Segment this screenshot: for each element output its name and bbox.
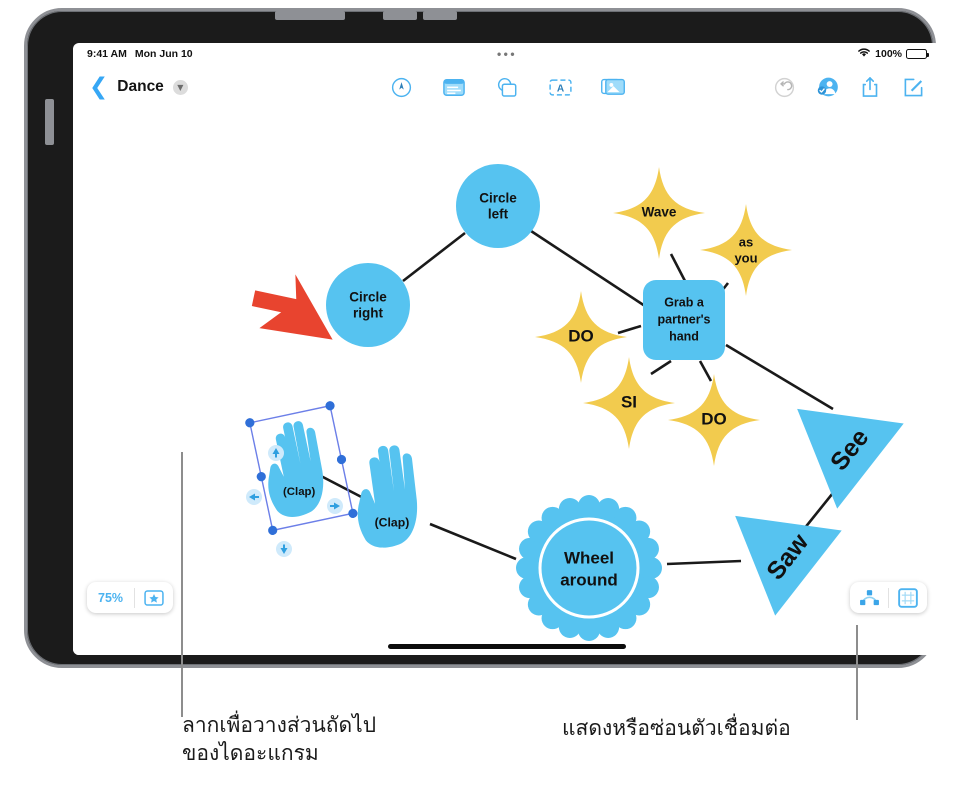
connector-line: [617, 324, 642, 335]
volume-down-button[interactable]: [423, 11, 457, 20]
device-screen: 9:41 AM Mon Jun 10 ••• 100% ❮ Dance ▼ A …: [73, 43, 941, 655]
svg-text:A: A: [556, 83, 564, 94]
photo-stack-icon[interactable]: [601, 75, 625, 99]
selection-handle: [256, 471, 266, 482]
add-shape-handle-up: [268, 445, 284, 461]
person-add-icon[interactable]: [815, 75, 839, 99]
back-chevron-icon[interactable]: ❮: [89, 75, 108, 99]
grid-frame-icon[interactable]: [889, 582, 927, 613]
add-shape-handle-right: [327, 498, 343, 514]
side-button[interactable]: [45, 99, 54, 145]
selection-handle: [245, 418, 255, 428]
document-title-group: ❮ Dance ▼: [89, 75, 188, 99]
callout-leader-line-left: [181, 452, 183, 717]
app-toolbar: ❮ Dance ▼ A: [73, 65, 941, 109]
battery-full-icon: [906, 49, 930, 59]
power-button[interactable]: [275, 11, 345, 20]
selection-handle: [348, 508, 358, 518]
diagram-node-triangle-see[interactable]: See: [764, 366, 904, 509]
diagram-node-star-do-1[interactable]: DO: [535, 291, 627, 383]
ipad-device-frame: 9:41 AM Mon Jun 10 ••• 100% ❮ Dance ▼ A …: [24, 8, 941, 668]
status-ellipsis: •••: [496, 47, 518, 61]
callout-leader-line-right: [856, 625, 858, 720]
selection-handle: [268, 525, 278, 535]
node-label: you: [734, 250, 757, 265]
connector-line: [669, 253, 687, 282]
callout-right: แสดงหรือซ่อนตัวเชื่อมต่อ: [562, 715, 882, 743]
right-tool-group: [772, 75, 925, 99]
add-shape-handle-left: [246, 489, 262, 505]
page-title: Dance: [117, 78, 164, 95]
pencil-square-icon[interactable]: [901, 75, 925, 99]
letter-a-frame-icon[interactable]: A: [548, 75, 572, 99]
node-label: as: [739, 234, 753, 249]
diagram-node-circle-right[interactable]: Circle right: [326, 263, 410, 347]
node-label: Circle: [479, 191, 517, 206]
diagram-node-star-wave[interactable]: Wave: [613, 167, 705, 259]
callout-right-line1: แสดงหรือซ่อนตัวเชื่อมต่อ: [562, 717, 791, 740]
connector-line: [402, 231, 466, 283]
node-label: DO: [701, 409, 727, 428]
status-bar: 9:41 AM Mon Jun 10 ••• 100%: [73, 43, 941, 65]
connector-nodes-icon[interactable]: [850, 582, 888, 613]
add-shape-handle-down: [276, 541, 292, 557]
diagram-node-grab-partner[interactable]: Grab a partner's hand: [643, 280, 725, 360]
node-label: Wave: [642, 205, 677, 220]
volume-up-button[interactable]: [383, 11, 417, 20]
diagram-node-wheel-around[interactable]: Wheel around: [516, 495, 662, 641]
node-label: around: [560, 570, 618, 589]
connector-line: [530, 229, 646, 308]
selection-handle: [325, 401, 335, 411]
diagram-node-triangle-saw[interactable]: Saw: [702, 473, 842, 616]
undo-arrow-icon[interactable]: [772, 75, 796, 99]
chevron-down-icon[interactable]: ▼: [172, 79, 188, 95]
node-label: hand: [669, 329, 699, 343]
diagram-node-star-si[interactable]: SI: [583, 357, 675, 449]
node-label: Circle: [349, 290, 387, 305]
diagram-node-circle-left[interactable]: Circle left: [456, 164, 540, 248]
callout-left-line1: ลากเพื่อวางส่วนถัดไป: [182, 714, 377, 737]
home-indicator: [388, 644, 626, 649]
view-control-pill: [850, 582, 927, 613]
node-label: SI: [621, 392, 637, 411]
callout-left-line2: ของไดอะแกรม: [182, 741, 319, 765]
scallop-ring: [516, 495, 662, 641]
node-label: right: [353, 306, 383, 321]
node-label: (Clap): [283, 486, 315, 498]
node-label: partner's: [658, 312, 711, 326]
connector-line: [650, 359, 672, 376]
callout-left: ลากเพื่อวางส่วนถัดไป ของไดอะแกรม: [182, 712, 482, 767]
diagram-node-star-do-2[interactable]: DO: [668, 374, 760, 466]
connector-line: [666, 559, 742, 566]
pen-in-circle-icon[interactable]: [389, 75, 413, 99]
diagram-canvas[interactable]: Circle right Circle left Wave as you DO …: [73, 109, 941, 655]
zoom-control-pill: 75%: [87, 582, 174, 613]
shapes-icon[interactable]: [495, 75, 519, 99]
node-label: left: [488, 207, 509, 222]
node-label: Grab a: [664, 295, 705, 309]
text-box-icon[interactable]: [442, 75, 466, 99]
star-badge-icon[interactable]: [135, 582, 173, 613]
connector-line: [725, 343, 834, 411]
share-up-arrow-icon[interactable]: [858, 75, 882, 99]
node-label: DO: [568, 326, 594, 345]
selection-handle: [336, 454, 347, 465]
zoom-level-label[interactable]: 75%: [87, 591, 134, 605]
connector-line: [698, 360, 713, 382]
connector-line: [429, 522, 517, 561]
node-label: (Clap): [375, 516, 410, 530]
node-label: Wheel: [564, 548, 614, 567]
